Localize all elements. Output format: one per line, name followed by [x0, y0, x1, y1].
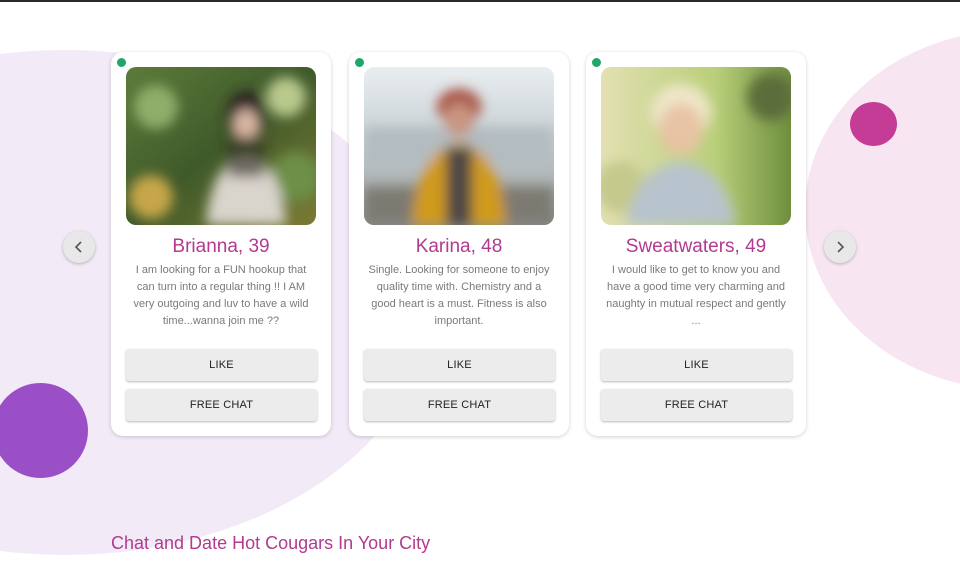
profile-card: Karina, 48 Single. Looking for someone t… — [349, 52, 569, 436]
page: Brianna, 39 I am looking for a FUN hooku… — [0, 0, 960, 561]
online-status-indicator — [592, 58, 601, 67]
chevron-left-icon — [74, 241, 82, 253]
blurred-photo-image — [364, 67, 554, 225]
like-button[interactable]: LIKE — [364, 349, 555, 381]
online-status-indicator — [117, 58, 126, 67]
profile-photo[interactable] — [601, 67, 791, 225]
free-chat-button[interactable]: FREE CHAT — [601, 389, 792, 421]
profile-name: Karina, 48 — [415, 236, 503, 257]
background-blob-right — [805, 30, 960, 390]
profile-photo[interactable] — [364, 67, 554, 225]
free-chat-button[interactable]: FREE CHAT — [126, 389, 317, 421]
profile-card: Brianna, 39 I am looking for a FUN hooku… — [111, 52, 331, 436]
profile-card: Sweatwaters, 49 I would like to get to k… — [586, 52, 806, 436]
profile-bio: I am looking for a FUN hookup that can t… — [133, 264, 309, 327]
profile-bio: Single. Looking for someone to enjoy qua… — [368, 264, 550, 327]
like-button[interactable]: LIKE — [126, 349, 317, 381]
profile-name: Brianna, 39 — [172, 236, 270, 257]
free-chat-button[interactable]: FREE CHAT — [364, 389, 555, 421]
blurred-photo-image — [126, 67, 316, 225]
like-button[interactable]: LIKE — [601, 349, 792, 381]
profile-name: Sweatwaters, 49 — [625, 236, 767, 257]
profile-photo[interactable] — [126, 67, 316, 225]
top-border — [0, 0, 960, 2]
chevron-right-icon — [837, 241, 845, 253]
profile-bio: I would like to get to know you and have… — [606, 264, 786, 327]
decorative-circle-pink — [850, 102, 897, 146]
carousel-prev-button[interactable] — [63, 231, 95, 263]
carousel-next-button[interactable] — [824, 231, 856, 263]
blurred-photo-image — [601, 67, 791, 225]
online-status-indicator — [355, 58, 364, 67]
section-heading: Chat and Date Hot Cougars In Your City — [111, 533, 431, 553]
